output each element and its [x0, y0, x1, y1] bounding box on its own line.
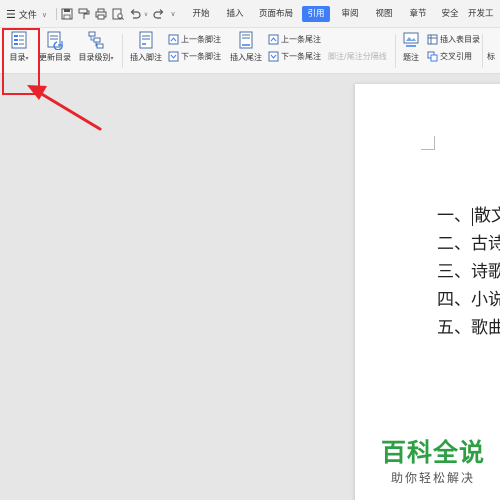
watermark: 百科全说 助你轻松解决	[373, 438, 493, 486]
watermark-subtitle: 助你轻松解决	[390, 471, 475, 485]
watermark-title: 百科全说	[380, 438, 485, 467]
annotation-arrow	[27, 85, 102, 131]
